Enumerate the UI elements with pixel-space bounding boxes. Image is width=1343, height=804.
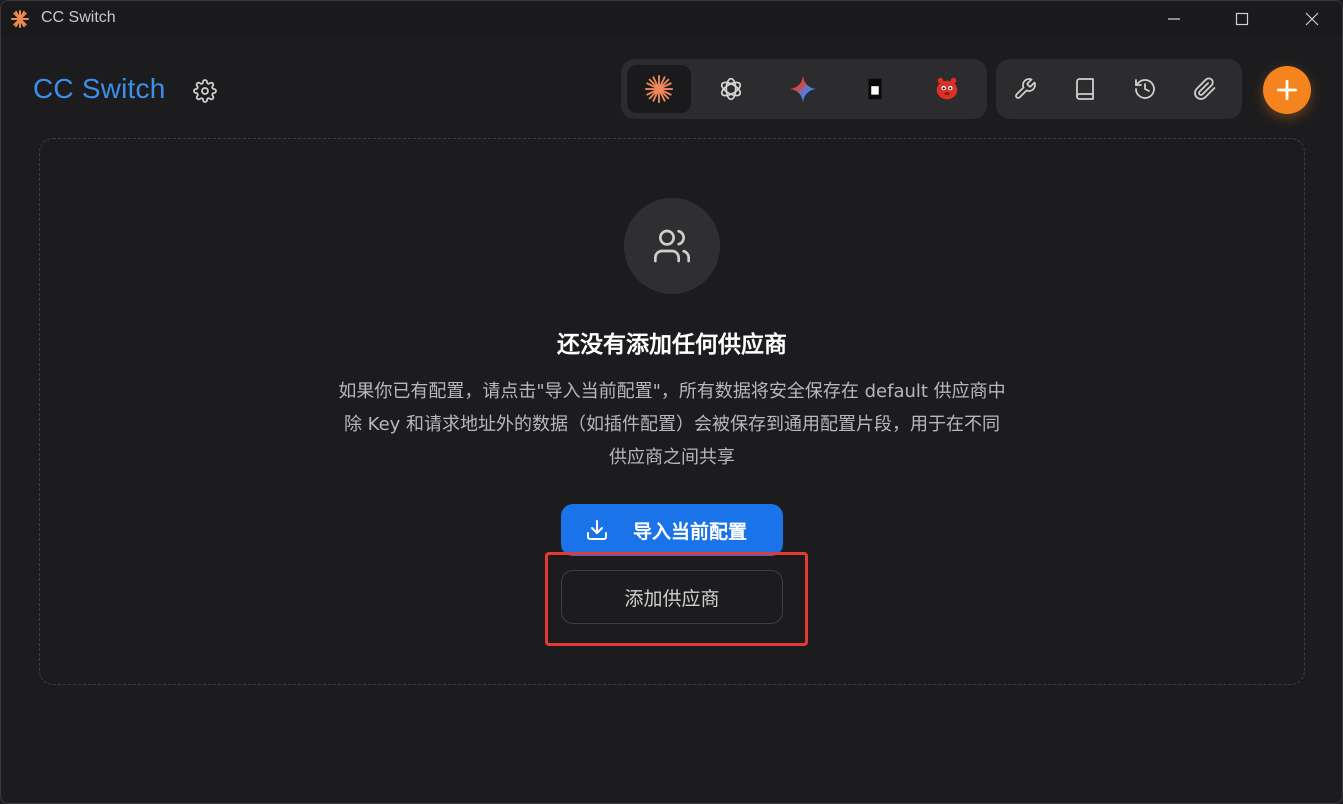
tab-terminal[interactable] [843, 65, 907, 113]
openai-icon [720, 77, 742, 101]
history-icon [1135, 79, 1155, 99]
empty-state-description: 如果你已有配置，请点击"导入当前配置"，所有数据将安全保存在 default 供… [40, 375, 1304, 474]
download-icon [587, 520, 607, 540]
book-icon [1076, 78, 1094, 100]
app-brand-title: CC Switch [33, 73, 166, 104]
terminal-icon [868, 78, 882, 100]
app-logo-icon [10, 9, 30, 29]
tab-mascot[interactable] [915, 65, 979, 113]
description-line: 除 Key 和请求地址外的数据（如插件配置）会被保存到通用配置片段，用于在不同 [343, 414, 1001, 435]
attach-button[interactable] [1187, 71, 1223, 107]
toolbar [996, 59, 1242, 119]
claude-sparkle-icon [644, 74, 674, 104]
tab-claude[interactable] [627, 65, 691, 113]
wrench-icon [1015, 78, 1036, 99]
app-window: CC Switch CC Switch 还没有添加任何供应商 如果你已有配置，请… [0, 0, 1343, 804]
maximize-button[interactable] [1219, 1, 1265, 37]
app-tabs [621, 59, 987, 119]
paperclip-icon [1194, 77, 1216, 100]
empty-state-title: 还没有添加任何供应商 [557, 332, 787, 358]
minimize-button[interactable] [1151, 1, 1197, 37]
close-button[interactable] [1289, 1, 1335, 37]
add-button[interactable] [1263, 66, 1311, 114]
gear-icon [193, 79, 217, 103]
tab-gemini[interactable] [771, 65, 835, 113]
close-icon [1305, 12, 1319, 26]
description-line: 如果你已有配置，请点击"导入当前配置"，所有数据将安全保存在 default 供… [338, 381, 1006, 402]
window-title: CC Switch [41, 9, 116, 26]
tools-button[interactable] [1007, 71, 1043, 107]
title-bar: CC Switch [1, 1, 1342, 37]
tab-openai[interactable] [699, 65, 763, 113]
docs-button[interactable] [1067, 71, 1103, 107]
users-icon [654, 229, 690, 263]
settings-button[interactable] [191, 77, 219, 105]
empty-state-panel: 还没有添加任何供应商 如果你已有配置，请点击"导入当前配置"，所有数据将安全保存… [39, 138, 1305, 685]
plus-icon [1276, 79, 1298, 101]
maximize-icon [1235, 12, 1249, 26]
red-mascot-icon [936, 77, 958, 100]
add-provider-button[interactable]: 添加供应商 [561, 570, 783, 624]
import-config-button[interactable]: 导入当前配置 [561, 504, 783, 556]
import-config-label: 导入当前配置 [633, 520, 748, 543]
minimize-icon [1168, 18, 1180, 20]
description-line: 供应商之间共享 [609, 447, 735, 468]
empty-state-icon-circle [624, 198, 720, 294]
history-button[interactable] [1127, 71, 1163, 107]
gemini-icon [789, 75, 817, 103]
